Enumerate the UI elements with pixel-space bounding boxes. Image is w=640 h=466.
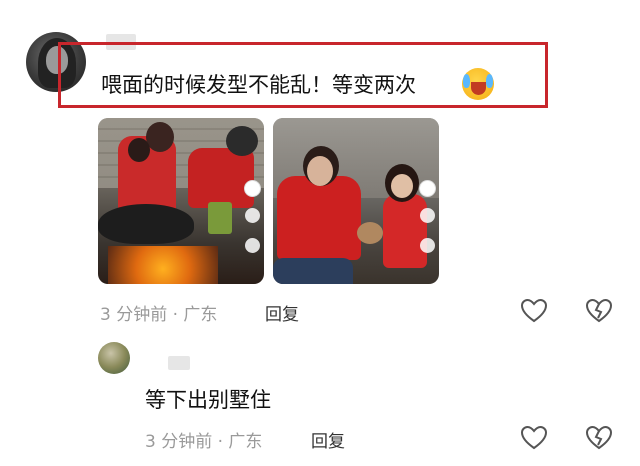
like-heart-icon[interactable] [520,298,548,324]
heart-icon [420,208,435,223]
crying-laughing-emoji-icon [462,68,494,100]
reply-dislike-broken-heart-icon[interactable] [585,425,613,451]
comment-icon [420,238,435,253]
heart-icon [245,208,260,223]
comment-icon [245,238,260,253]
reply-meta: 3 分钟前 · 广东 [145,432,263,452]
reply-avatar[interactable] [98,342,130,374]
author-avatar-icon [419,180,436,197]
comment-photo-1[interactable] [98,118,264,284]
reply-button[interactable]: 回复 [265,300,299,325]
comment-text: 喂面的时候发型不能乱！等变两次 [101,73,416,97]
reply-text: 等下出别墅住 [145,388,271,412]
reply-like-heart-icon[interactable] [520,425,548,451]
comment-photo-2[interactable] [273,118,439,284]
comment-meta: 3 分钟前 · 广东 [100,305,218,325]
reply-username-blurred[interactable] [168,356,190,370]
author-avatar-icon [244,180,261,197]
reply-reply-button[interactable]: 回复 [311,427,345,452]
dislike-broken-heart-icon[interactable] [585,298,613,324]
